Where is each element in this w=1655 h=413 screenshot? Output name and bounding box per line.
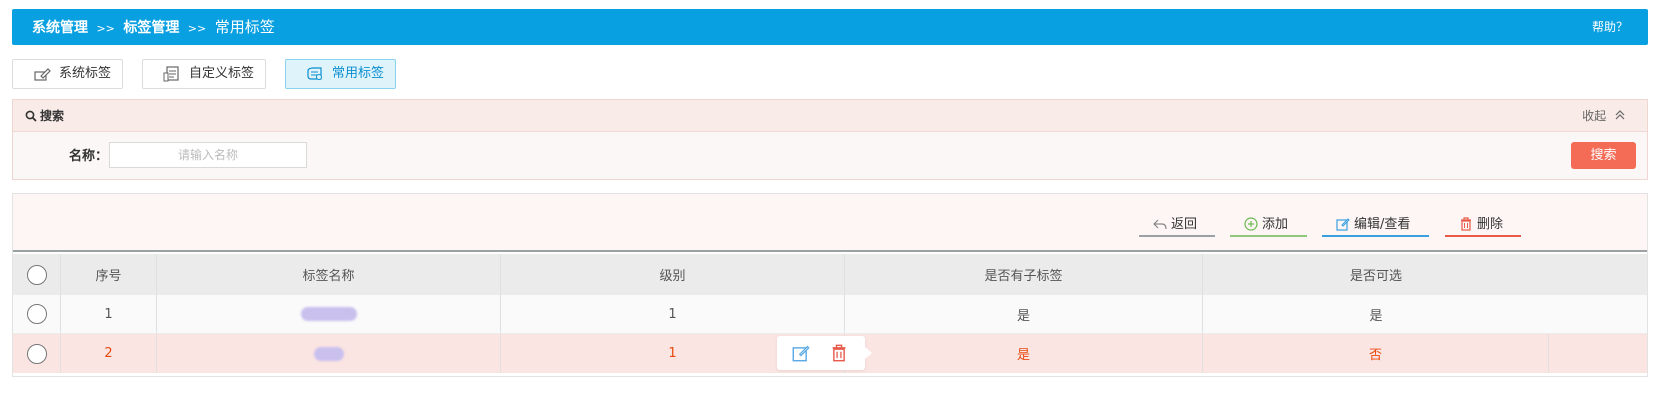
redacted-tag-name xyxy=(313,346,344,361)
back-button[interactable]: 返回 xyxy=(1139,215,1215,237)
select-all-radio[interactable] xyxy=(26,264,47,285)
row-select-radio[interactable] xyxy=(26,343,47,364)
row-select-radio[interactable] xyxy=(26,304,47,324)
column-header-has-children[interactable]: 是否有子标签 xyxy=(845,254,1203,295)
name-field-label: 名称： xyxy=(69,149,109,164)
tab-system-tags[interactable]: 系统标签 xyxy=(12,59,123,89)
table-toolbar: 返回 添加 编辑/查看 删除 xyxy=(13,194,1647,252)
breadcrumb-system-management[interactable]: 系统管理 xyxy=(32,20,88,36)
select-all-cell xyxy=(13,254,61,295)
cell-index: 2 xyxy=(61,334,157,373)
edit-view-button[interactable]: 编辑/查看 xyxy=(1322,215,1429,237)
pen-tag-icon xyxy=(34,68,51,81)
delete-label: 删除 xyxy=(1477,217,1504,232)
row-delete-icon[interactable] xyxy=(830,344,848,362)
tag-stack-icon xyxy=(307,67,322,80)
cell-has-children: 是 xyxy=(845,334,1203,373)
back-label: 返回 xyxy=(1171,217,1198,232)
cell-selectable: 否 xyxy=(1203,334,1549,373)
search-panel-header: 搜索 收起 xyxy=(13,100,1647,132)
chevron-up-icon xyxy=(1615,101,1625,133)
edit-view-label: 编辑/查看 xyxy=(1354,217,1411,232)
row-action-popover xyxy=(777,336,872,370)
search-title-text: 搜索 xyxy=(40,109,65,123)
add-label: 添加 xyxy=(1262,217,1289,232)
add-button[interactable]: 添加 xyxy=(1230,215,1307,237)
help-link[interactable]: 帮助？ xyxy=(1592,9,1628,45)
plus-circle-icon xyxy=(1244,217,1258,231)
tab-common-tags[interactable]: 常用标签 xyxy=(285,59,396,89)
row-select-cell xyxy=(13,295,61,333)
breadcrumb-tag-management[interactable]: 标签管理 xyxy=(123,20,179,36)
edit-icon xyxy=(1336,218,1350,231)
breadcrumb: 系统管理 >> 标签管理 >> 常用标签 xyxy=(32,9,275,47)
column-header-tag-name[interactable]: 标签名称 xyxy=(157,254,501,295)
document-list-icon xyxy=(163,66,179,82)
column-header-level[interactable]: 级别 xyxy=(501,254,845,295)
search-title: 搜索 xyxy=(25,100,64,132)
table-row[interactable]: 2 1 是 否 xyxy=(13,334,1647,373)
collapse-label: 收起 xyxy=(1582,109,1607,123)
table-row[interactable]: 1 1 是 是 xyxy=(13,295,1647,334)
header-bar: 系统管理 >> 标签管理 >> 常用标签 帮助？ xyxy=(12,9,1648,45)
table-header-row: 序号 标签名称 级别 是否有子标签 是否可选 xyxy=(13,254,1647,295)
cell-level: 1 xyxy=(501,295,845,333)
cell-tag-name xyxy=(157,334,501,373)
delete-button[interactable]: 删除 xyxy=(1445,215,1521,237)
redacted-tag-name xyxy=(300,307,357,321)
tab-custom-tags[interactable]: 自定义标签 xyxy=(142,59,266,89)
column-header-index[interactable]: 序号 xyxy=(61,254,157,295)
breadcrumb-current: 常用标签 xyxy=(214,18,275,36)
tab-label: 系统标签 xyxy=(59,66,112,81)
search-button[interactable]: 搜索 xyxy=(1571,142,1636,169)
cell-tag-name xyxy=(157,295,501,333)
row-edit-icon[interactable] xyxy=(792,344,810,362)
cell-selectable: 是 xyxy=(1369,308,1383,324)
back-arrow-icon xyxy=(1153,219,1167,230)
cell-index: 1 xyxy=(61,295,157,333)
tab-label: 自定义标签 xyxy=(189,66,255,81)
breadcrumb-separator: >> xyxy=(96,22,115,35)
tag-table-panel: 返回 添加 编辑/查看 删除 序号 标签名称 级别 是否有子标签 是否可选 1 … xyxy=(12,193,1648,377)
magnifier-icon xyxy=(25,110,37,122)
trash-icon xyxy=(1461,217,1471,231)
search-panel: 搜索 收起 名称： 搜索 xyxy=(12,99,1648,180)
row-select-cell xyxy=(13,334,61,373)
collapse-toggle[interactable]: 收起 xyxy=(1582,100,1625,133)
breadcrumb-separator: >> xyxy=(187,22,207,35)
column-header-selectable[interactable]: 是否可选 xyxy=(1203,254,1549,295)
name-search-input[interactable] xyxy=(109,142,307,168)
tab-label: 常用标签 xyxy=(332,66,385,81)
cell-has-children: 是 xyxy=(845,295,1203,333)
